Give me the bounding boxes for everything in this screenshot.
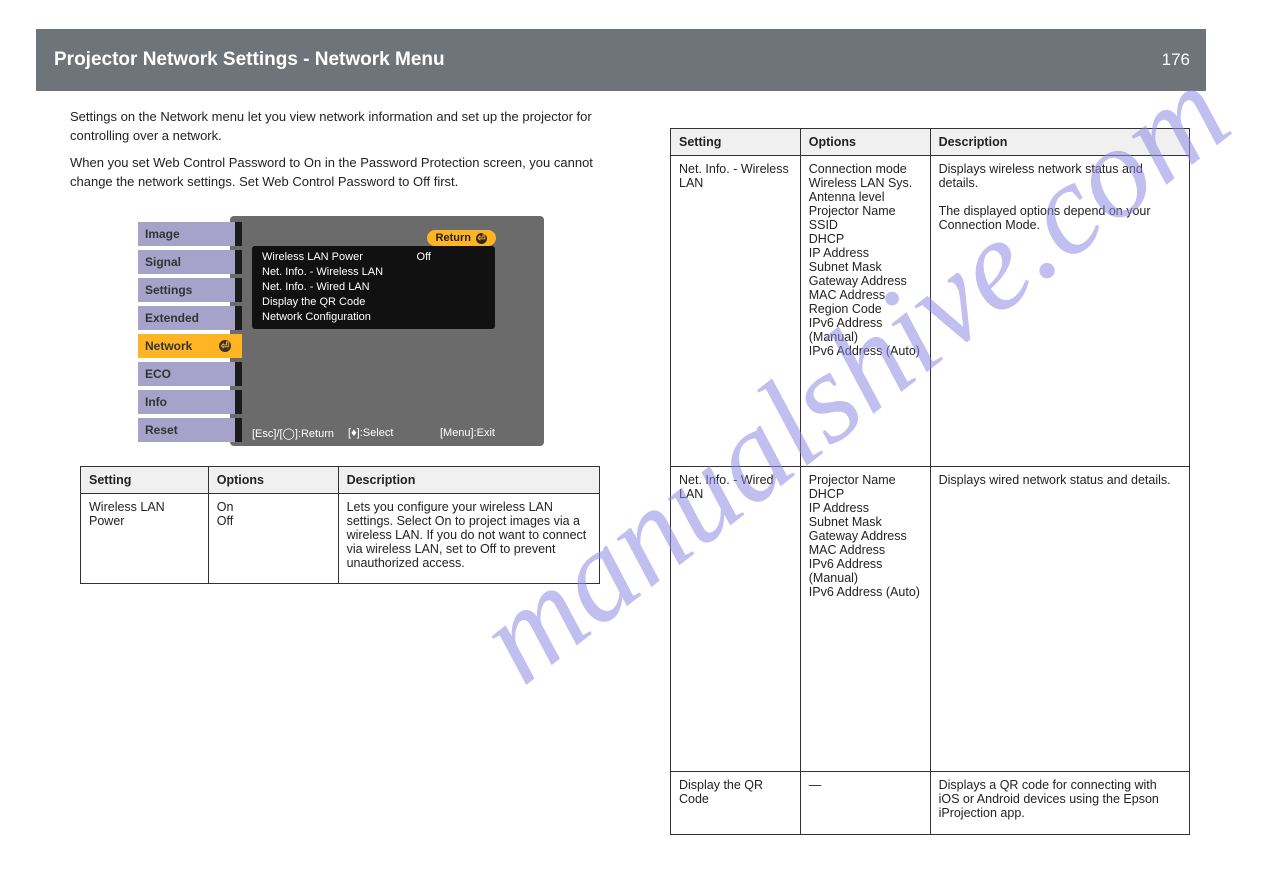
tab-reset[interactable]: Reset bbox=[138, 418, 242, 442]
cell-description: Displays wired network status and detail… bbox=[930, 467, 1189, 772]
return-button[interactable]: Return ⏎ bbox=[427, 230, 496, 246]
option-network-config[interactable]: Network Configuration bbox=[262, 310, 485, 325]
intro-paragraph: Settings on the Network menu let you vie… bbox=[70, 108, 635, 146]
cell-setting: Net. Info. - Wireless LAN bbox=[671, 156, 801, 467]
return-button-label: Return bbox=[436, 232, 471, 244]
tab-settings[interactable]: Settings bbox=[138, 278, 242, 302]
tab-network[interactable]: Network ⏎ bbox=[138, 334, 242, 358]
projector-side-tabs: Image Signal Settings Extended Network ⏎… bbox=[138, 222, 242, 446]
cell-description: Displays wireless network status and det… bbox=[930, 156, 1189, 467]
option-wireless-lan-power[interactable]: Wireless LAN Power Off bbox=[262, 250, 485, 265]
th-description: Description bbox=[338, 467, 599, 494]
page-title-bar: Projector Network Settings - Network Men… bbox=[36, 29, 1206, 91]
th-options: Options bbox=[800, 129, 930, 156]
tab-info[interactable]: Info bbox=[138, 390, 242, 414]
page-number: 176 bbox=[1162, 50, 1190, 70]
enter-icon: ⏎ bbox=[476, 233, 487, 244]
left-column: Settings on the Network menu let you vie… bbox=[70, 100, 635, 584]
right-settings-table: Setting Options Description Net. Info. -… bbox=[670, 128, 1190, 835]
table-row: Wireless LAN Power On Off Lets you confi… bbox=[81, 494, 600, 584]
projector-options-list: Wireless LAN Power Off Net. Info. - Wire… bbox=[252, 246, 495, 328]
table-header-row: Setting Options Description bbox=[671, 129, 1190, 156]
cell-setting: Display the QR Code bbox=[671, 772, 801, 835]
cell-options: — bbox=[800, 772, 930, 835]
enter-icon: ⏎ bbox=[219, 340, 231, 352]
cell-options: Projector Name DHCP IP Address Subnet Ma… bbox=[800, 467, 930, 772]
right-column: Setting Options Description Net. Info. -… bbox=[670, 100, 1235, 835]
cell-options: Connection mode Wireless LAN Sys. Antenn… bbox=[800, 156, 930, 467]
tab-extended[interactable]: Extended bbox=[138, 306, 242, 330]
cell-options: On Off bbox=[208, 494, 338, 584]
cell-setting: Wireless LAN Power bbox=[81, 494, 209, 584]
table-row: Display the QR Code — Displays a QR code… bbox=[671, 772, 1190, 835]
tab-image[interactable]: Image bbox=[138, 222, 242, 246]
cell-description: Lets you configure your wireless LAN set… bbox=[338, 494, 599, 584]
left-settings-table: Setting Options Description Wireless LAN… bbox=[80, 466, 600, 584]
option-display-qr[interactable]: Display the QR Code bbox=[262, 295, 485, 310]
th-setting: Setting bbox=[81, 467, 209, 494]
tab-eco[interactable]: ECO bbox=[138, 362, 242, 386]
option-netinfo-wired[interactable]: Net. Info. - Wired LAN bbox=[262, 280, 485, 295]
option-netinfo-wireless[interactable]: Net. Info. - Wireless LAN bbox=[262, 265, 485, 280]
projector-footer-hints: [Esc]/[◯]:Return [♦]:Select [Menu]:Exit bbox=[252, 427, 495, 440]
secondary-paragraph: When you set Web Control Password to On … bbox=[70, 154, 635, 192]
th-options: Options bbox=[208, 467, 338, 494]
th-description: Description bbox=[930, 129, 1189, 156]
table-header-row: Setting Options Description bbox=[81, 467, 600, 494]
cell-setting: Net. Info. - Wired LAN bbox=[671, 467, 801, 772]
page-title: Projector Network Settings - Network Men… bbox=[54, 49, 445, 71]
table-row: Net. Info. - Wired LAN Projector Name DH… bbox=[671, 467, 1190, 772]
tab-signal[interactable]: Signal bbox=[138, 250, 242, 274]
projector-menu-screenshot: Image Signal Settings Extended Network ⏎… bbox=[138, 216, 544, 446]
cell-description: Displays a QR code for connecting with i… bbox=[930, 772, 1189, 835]
th-setting: Setting bbox=[671, 129, 801, 156]
table-row: Net. Info. - Wireless LAN Connection mod… bbox=[671, 156, 1190, 467]
